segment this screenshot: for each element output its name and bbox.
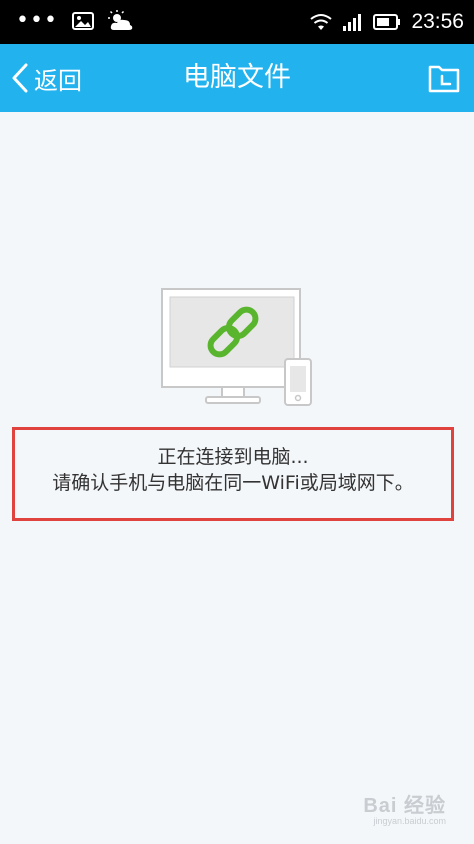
status-right: 23:56 bbox=[309, 10, 464, 34]
connection-status-text: 正在连接到电脑... bbox=[157, 446, 309, 468]
weather-icon bbox=[107, 10, 133, 30]
image-notification-icon bbox=[71, 12, 94, 30]
monitor-base bbox=[205, 396, 261, 404]
wifi-hint-text: 请确认手机与电脑在同一WiFi或局域网下。 bbox=[52, 472, 414, 494]
connection-message-box: 正在连接到电脑... 请确认手机与电脑在同一WiFi或局域网下。 bbox=[12, 427, 454, 521]
nav-bar: 返回 电脑文件 bbox=[0, 44, 474, 112]
status-bar: ••• 23:56 bbox=[0, 0, 474, 44]
signal-icon bbox=[343, 14, 362, 31]
content-area: 正在连接到电脑... 请确认手机与电脑在同一WiFi或局域网下。 bbox=[0, 112, 474, 844]
watermark-url: jingyan.baidu.com bbox=[373, 816, 446, 826]
computer-connection-illustration bbox=[161, 288, 312, 406]
monitor-stand bbox=[221, 386, 245, 398]
history-button[interactable] bbox=[424, 58, 464, 98]
notification-dots: ••• bbox=[16, 8, 58, 33]
battery-icon bbox=[373, 14, 401, 30]
watermark: Bai 经验 jingyan.baidu.com bbox=[363, 789, 446, 826]
page-title: 电脑文件 bbox=[183, 62, 291, 93]
folder-clock-icon bbox=[428, 65, 460, 93]
watermark-brand: Bai 经验 bbox=[363, 795, 446, 817]
status-left: ••• bbox=[16, 10, 134, 32]
wifi-icon bbox=[310, 14, 333, 30]
status-clock: 23:56 bbox=[411, 10, 464, 33]
